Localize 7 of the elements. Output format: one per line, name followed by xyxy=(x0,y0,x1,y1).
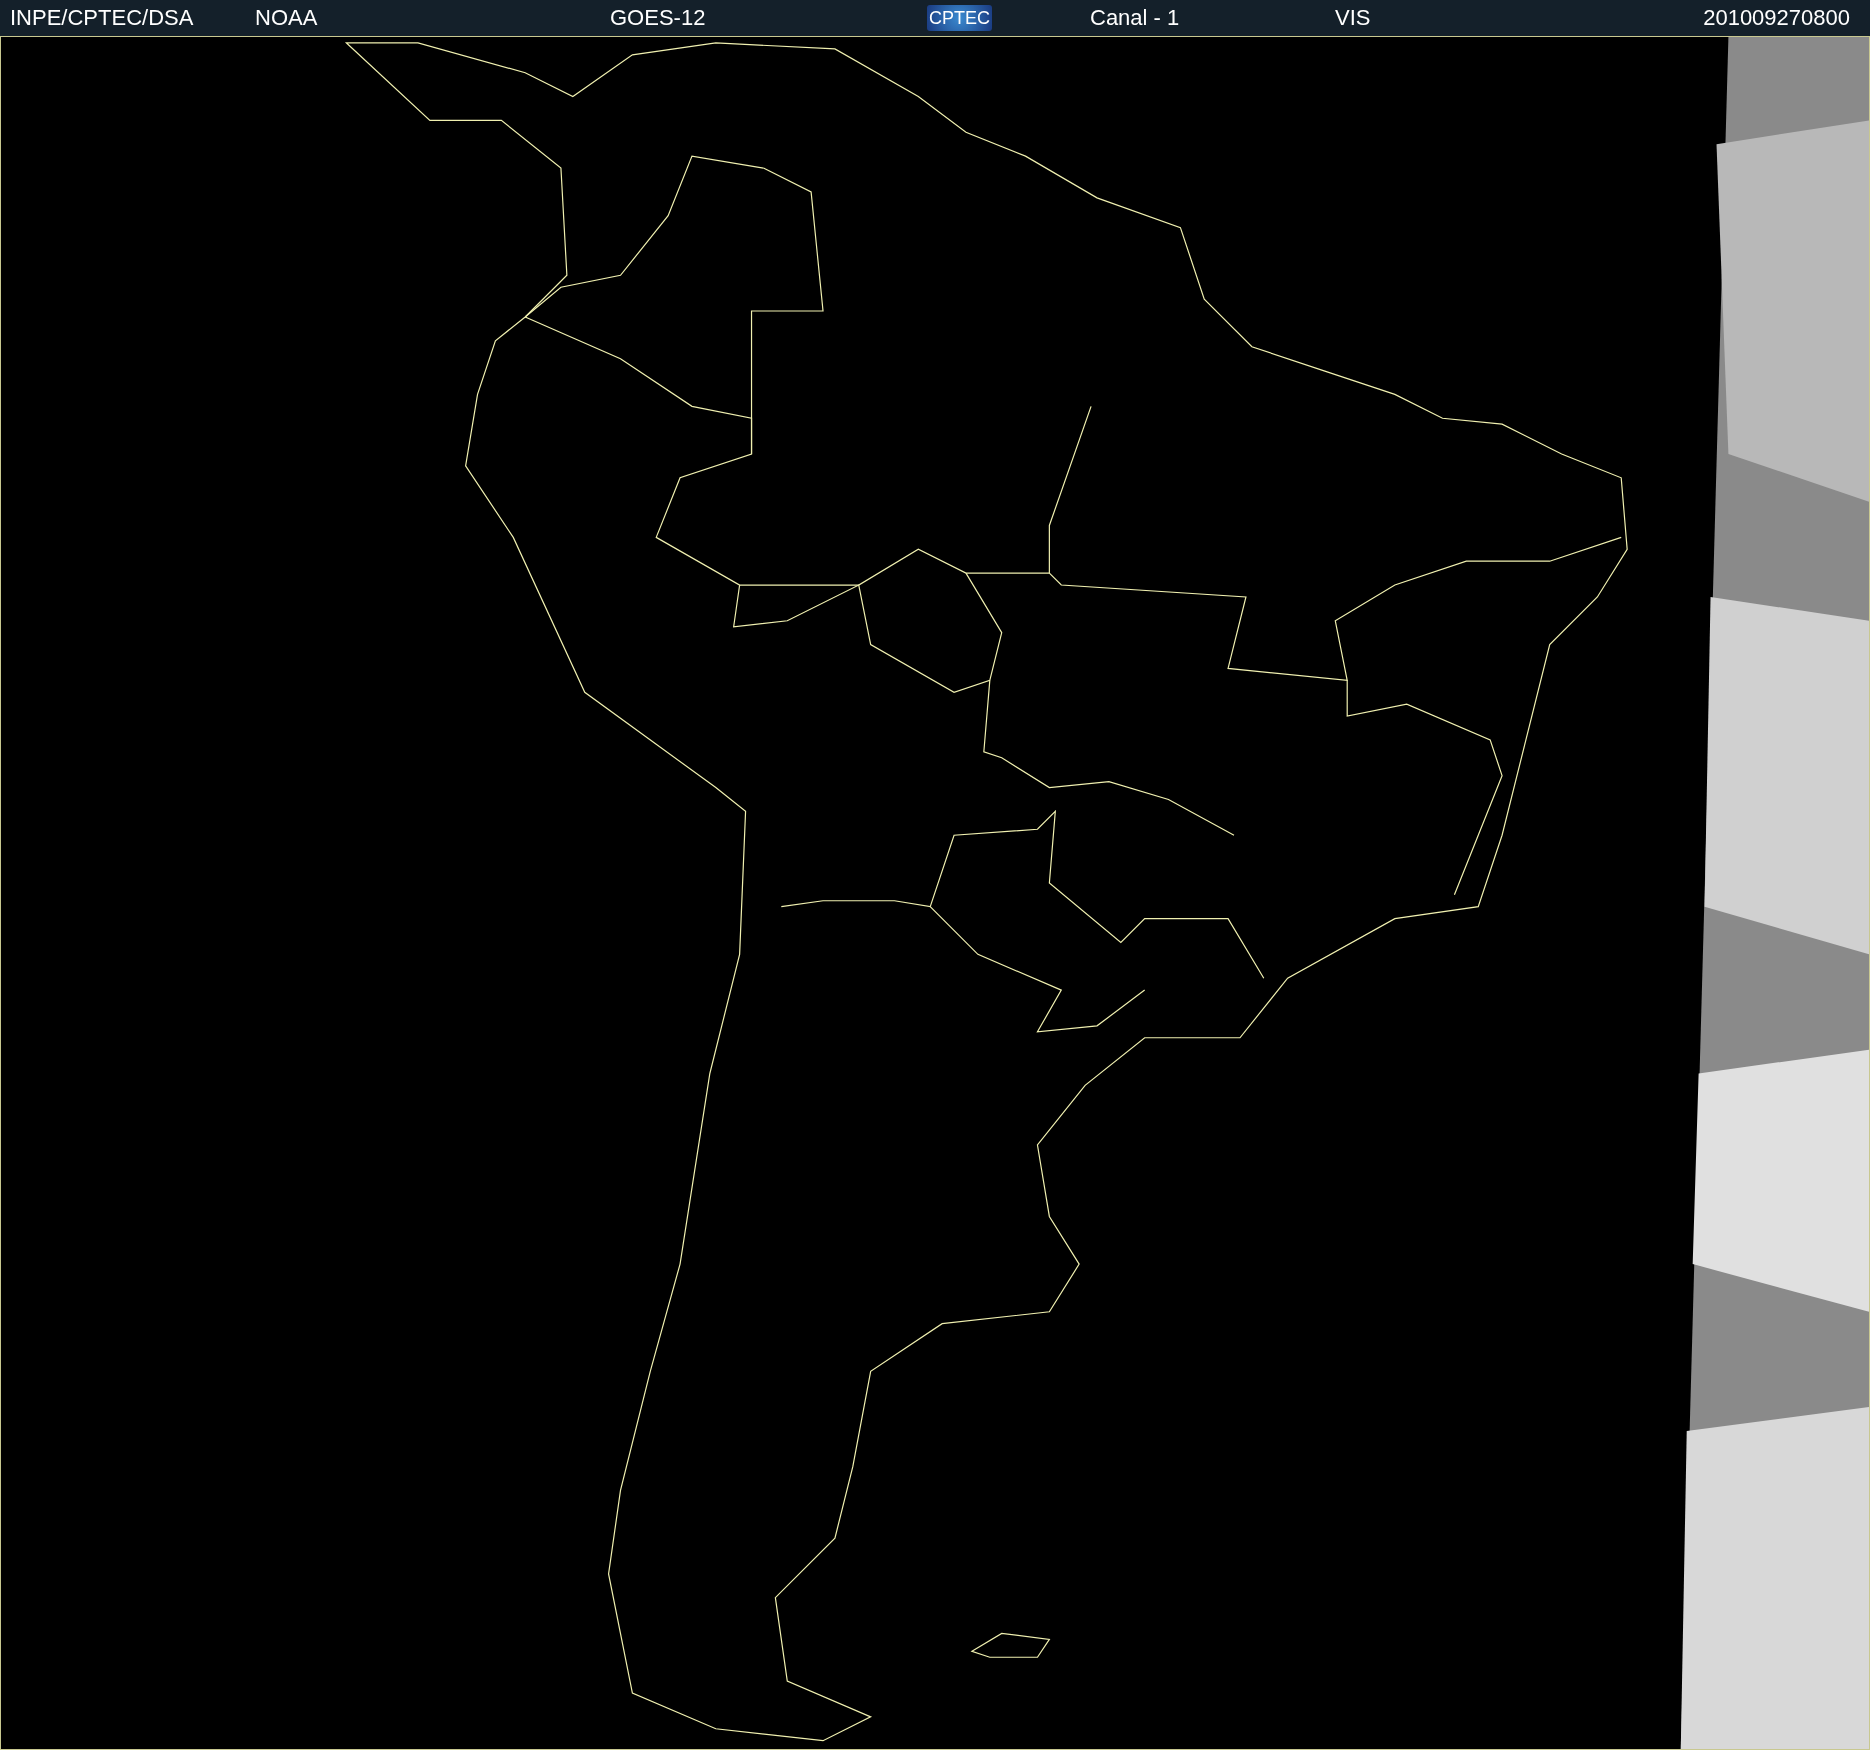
band-label: VIS xyxy=(1335,5,1371,31)
agency-label: INPE/CPTEC/DSA xyxy=(10,5,194,31)
logo: CPTEC xyxy=(927,5,992,31)
source-label: NOAA xyxy=(255,5,318,31)
channel-label: Canal - 1 xyxy=(1090,5,1180,31)
satellite-label: GOES-12 xyxy=(610,5,706,31)
timestamp-label: 201009270800 xyxy=(1703,5,1850,31)
